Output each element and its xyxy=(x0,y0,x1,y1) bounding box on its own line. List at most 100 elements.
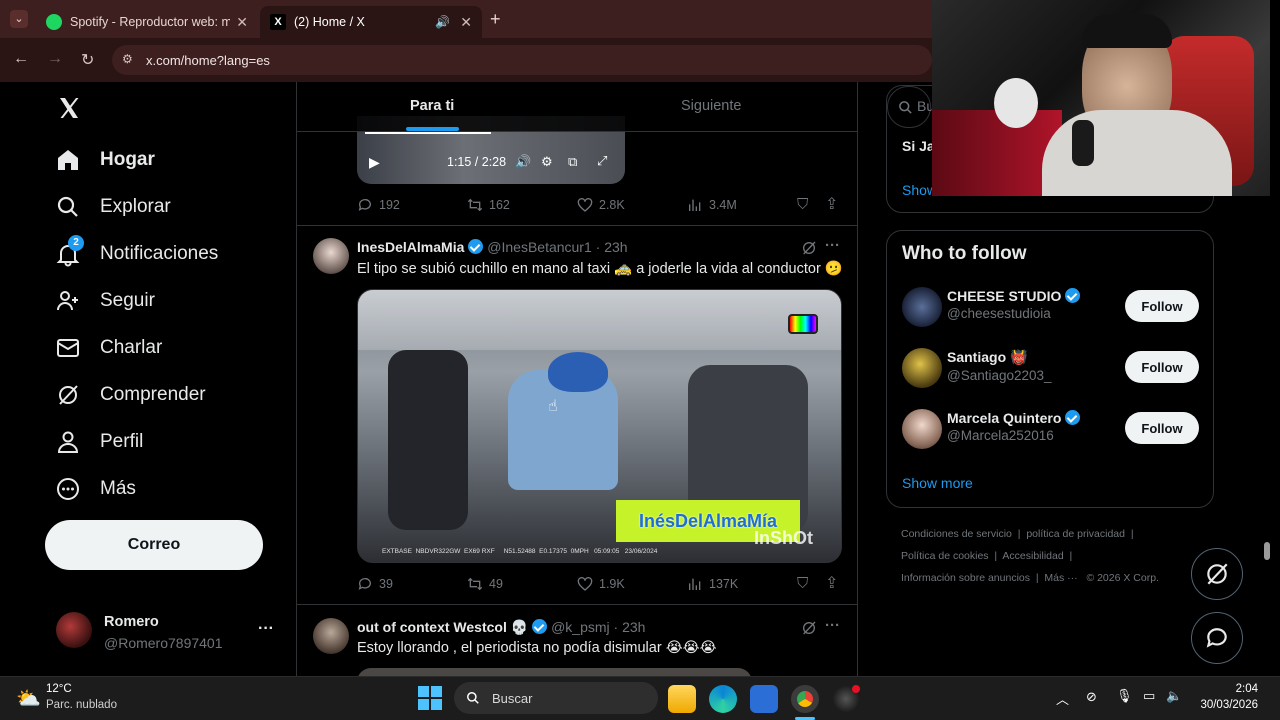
footer-link[interactable]: Información sobre anuncios xyxy=(901,572,1030,584)
weather-temp[interactable]: 12°C xyxy=(46,683,72,695)
repost-button[interactable]: 49 xyxy=(467,576,503,592)
weather-desc[interactable]: Parc. nublado xyxy=(46,699,117,711)
grok-icon[interactable] xyxy=(801,240,817,256)
bookmark-icon[interactable]: ⛉ xyxy=(797,196,808,213)
footer-link[interactable]: Accesibilidad xyxy=(1002,550,1063,562)
page-scrollbar[interactable] xyxy=(1262,196,1272,676)
nav-item-more[interactable]: Más xyxy=(56,477,136,501)
nav-item-messages[interactable]: Charlar xyxy=(56,336,162,360)
nav-item-profile[interactable]: Perfil xyxy=(56,430,143,454)
tab-search-button[interactable]: ⌄ xyxy=(10,10,28,28)
bookmark-icon[interactable]: ⛉ xyxy=(797,575,808,592)
show-more-link[interactable]: Show more xyxy=(902,475,973,491)
new-tab-button[interactable]: + xyxy=(490,9,501,30)
like-button[interactable]: 1.9K xyxy=(577,576,625,592)
nav-item-explore[interactable]: Explorar xyxy=(56,195,171,219)
weather-icon[interactable]: ⛅ xyxy=(16,686,41,711)
url-bar[interactable]: ⚙ x.com/home?lang=es xyxy=(112,45,932,75)
forward-icon[interactable]: → xyxy=(47,50,63,68)
messages-floating-button[interactable] xyxy=(1191,612,1243,664)
microphone-icon[interactable]: 🎙 xyxy=(1116,688,1133,704)
footer-link[interactable]: Condiciones de servicio xyxy=(901,528,1012,540)
close-icon[interactable]: ✕ xyxy=(236,14,248,31)
follow-button[interactable]: Follow xyxy=(1125,412,1199,444)
reply-button[interactable]: 192 xyxy=(357,197,400,213)
post-more-icon[interactable]: ··· xyxy=(825,617,840,634)
volume-icon[interactable]: 🔊 xyxy=(515,154,531,170)
suggested-user[interactable]: CHEESE STUDIO @cheesestudioia xyxy=(947,288,1081,321)
nav-item-home[interactable]: Hogar xyxy=(56,148,155,172)
clock-date[interactable]: 30/03/2026 xyxy=(1198,699,1258,711)
views-button[interactable]: 3.4M xyxy=(687,197,737,213)
play-icon[interactable]: ▶ xyxy=(369,154,380,171)
post-time[interactable]: · 23h xyxy=(596,239,628,255)
speaker-icon[interactable]: 🔊 xyxy=(435,15,450,29)
follow-button[interactable]: Follow xyxy=(1125,290,1199,322)
windows-start-icon[interactable] xyxy=(418,686,442,710)
nav-item-label: Notificaciones xyxy=(100,243,219,264)
avatar[interactable] xyxy=(902,348,942,388)
close-icon[interactable]: ✕ xyxy=(460,14,472,31)
post-author-name[interactable]: InesDelAlmaMia xyxy=(357,239,464,255)
footer-link[interactable]: política de privacidad xyxy=(1026,528,1125,540)
suggested-user[interactable]: Santiago 👹 @Santiago2203_ xyxy=(947,349,1052,383)
settings-icon[interactable]: ⚙ xyxy=(541,154,553,170)
fullscreen-icon[interactable]: ⤢ xyxy=(597,153,607,169)
post-time[interactable]: · 23h xyxy=(614,619,646,635)
x-logo-icon[interactable] xyxy=(57,96,81,120)
post-button[interactable]: Correo xyxy=(45,520,263,570)
post-video[interactable]: InésDelAlmaMía InShOt EXTBASE NBDVR322GW… xyxy=(357,289,842,563)
taskbar-search[interactable]: Buscar xyxy=(454,682,658,714)
account-more-icon[interactable]: ··· xyxy=(258,620,274,638)
share-icon[interactable]: ⇪ xyxy=(825,194,838,214)
share-icon[interactable]: ⇪ xyxy=(825,573,838,593)
avatar[interactable] xyxy=(313,238,349,274)
reply-button[interactable]: 39 xyxy=(357,576,393,592)
clock-time[interactable]: 2:04 xyxy=(1234,683,1258,695)
reload-icon[interactable]: ↻ xyxy=(81,50,94,70)
scrollbar-thumb[interactable] xyxy=(1264,542,1270,560)
browser-tab-bar: ⌄ Spotify - Reproductor web: mú ✕ X (2) … xyxy=(0,0,932,38)
tray-chevron-icon[interactable]: ︿ xyxy=(1056,689,1069,708)
edge-icon[interactable] xyxy=(709,685,737,713)
repost-button[interactable]: 162 xyxy=(467,197,510,213)
pip-icon[interactable]: ⧉ xyxy=(568,154,577,170)
network-off-icon[interactable]: ⊘ xyxy=(1086,689,1097,705)
like-button[interactable]: 2.8K xyxy=(577,197,625,213)
suggested-user[interactable]: Marcela Quintero @Marcela252016 xyxy=(947,410,1081,443)
avatar[interactable] xyxy=(902,409,942,449)
store-icon[interactable] xyxy=(750,685,778,713)
footer-more-link[interactable]: Más ··· xyxy=(1044,572,1077,584)
file-explorer-icon[interactable] xyxy=(668,685,696,713)
grok-floating-button[interactable] xyxy=(1191,548,1243,600)
tab-x-home[interactable]: X (2) Home / X 🔊 ✕ xyxy=(260,6,482,38)
post-media-preview[interactable] xyxy=(357,668,752,676)
chrome-icon[interactable] xyxy=(791,685,819,713)
post-author-name[interactable]: out of context Westcol 💀 xyxy=(357,619,528,635)
video-progress[interactable] xyxy=(365,132,491,134)
site-info-icon[interactable]: ⚙ xyxy=(122,52,133,66)
who-to-follow-panel: Who to follow CHEESE STUDIO @cheesestudi… xyxy=(886,230,1214,508)
tab-x-title: (2) Home / X xyxy=(294,15,365,29)
volume-icon[interactable]: 🔈 xyxy=(1166,688,1182,704)
post-more-icon[interactable]: ··· xyxy=(825,237,840,254)
avatar[interactable] xyxy=(313,618,349,654)
grok-icon[interactable] xyxy=(801,620,817,636)
nav-item-grok[interactable]: Comprender xyxy=(56,383,206,407)
tab-following[interactable]: Siguiente xyxy=(681,98,741,114)
nav-item-notifications[interactable]: 2 Notificaciones xyxy=(56,235,219,267)
post-author-handle[interactable]: @InesBetancur1 xyxy=(487,239,592,255)
trend-item[interactable]: Si Ja xyxy=(902,138,935,154)
footer-separator: | xyxy=(1130,528,1134,540)
nav-item-follow[interactable]: Seguir xyxy=(56,289,155,313)
avatar[interactable] xyxy=(902,287,942,327)
account-switcher[interactable]: Romero @Romero7897401 ··· xyxy=(44,604,284,660)
back-icon[interactable]: ← xyxy=(13,50,29,68)
follow-button[interactable]: Follow xyxy=(1125,351,1199,383)
monitor-icon[interactable]: ▭ xyxy=(1143,688,1155,704)
post-author-handle[interactable]: @k_psmj xyxy=(551,619,610,635)
footer-link[interactable]: Política de cookies xyxy=(901,550,989,562)
views-button[interactable]: 137K xyxy=(687,576,738,592)
tab-spotify[interactable]: Spotify - Reproductor web: mú ✕ xyxy=(36,6,258,38)
tab-for-you[interactable]: Para ti xyxy=(410,98,454,114)
